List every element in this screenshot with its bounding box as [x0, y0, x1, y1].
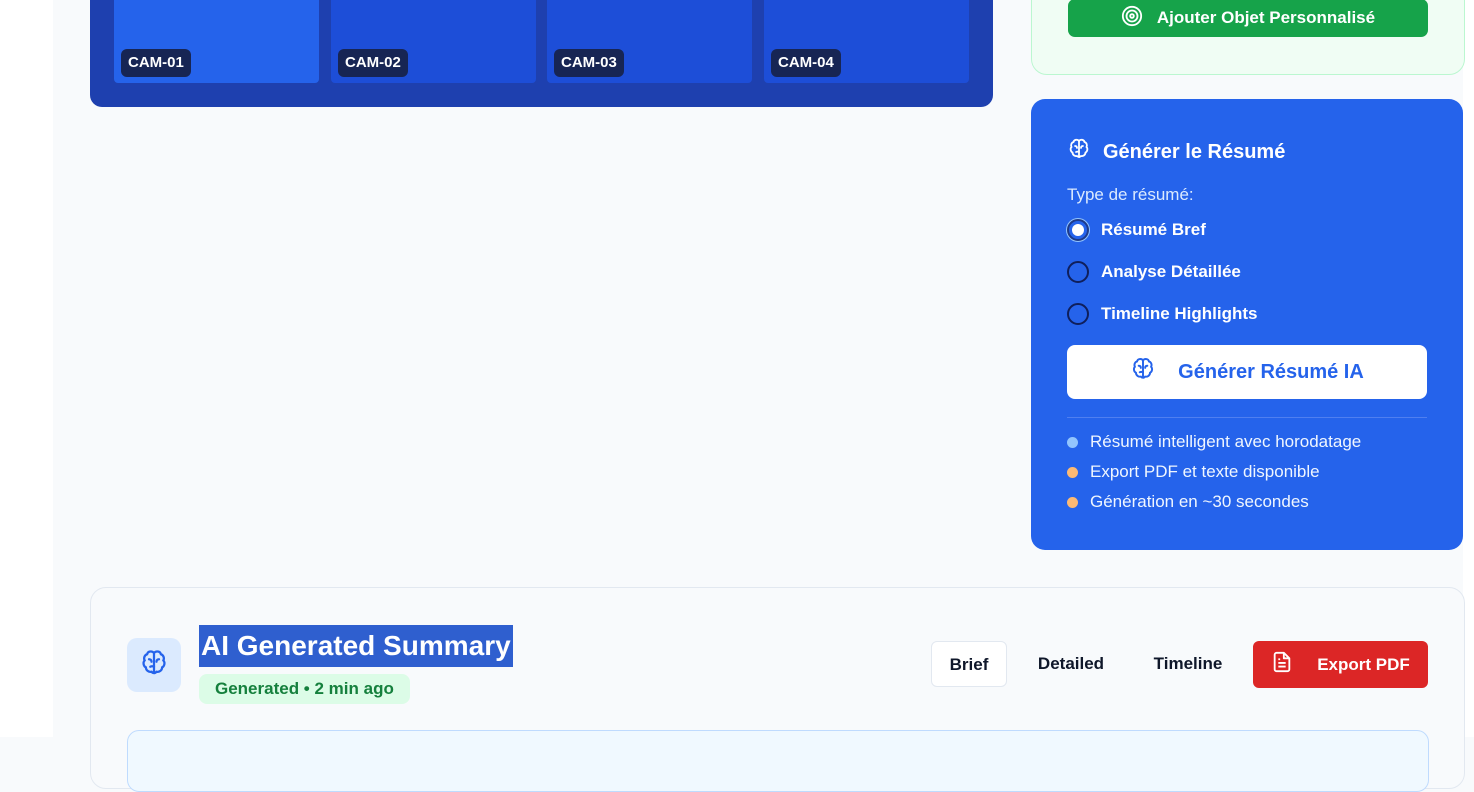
feature-text: Résumé intelligent avec horodatage: [1090, 432, 1362, 451]
export-pdf-button[interactable]: Export PDF: [1253, 641, 1428, 688]
feature-text: Export PDF et texte disponible: [1090, 462, 1320, 481]
feature-item: Génération en ~30 secondes: [1067, 492, 1309, 512]
feature-text: Génération en ~30 secondes: [1090, 492, 1309, 511]
bullet-dot: [1067, 466, 1078, 478]
tab-timeline[interactable]: Timeline: [1141, 641, 1235, 687]
camera-tile-1[interactable]: CAM-01: [114, 0, 319, 83]
add-custom-object-label: Ajouter Objet Personnalisé: [1156, 8, 1376, 27]
target-icon: [1121, 5, 1143, 32]
camera-label: CAM-03: [554, 49, 624, 77]
tab-detailed[interactable]: Detailed: [1025, 641, 1117, 687]
summary-generator-card: Générer le Résumé Type de résumé: Résumé…: [1031, 99, 1463, 550]
radio-button[interactable]: [1067, 219, 1089, 241]
radio-label: Timeline Highlights: [1101, 304, 1258, 323]
radio-option-brief[interactable]: Résumé Bref: [1067, 219, 1206, 241]
camera-tile-2[interactable]: CAM-02: [331, 0, 536, 83]
feature-item: Export PDF et texte disponible: [1067, 462, 1320, 482]
bullet-dot: [1067, 496, 1078, 508]
document-icon: [1271, 650, 1293, 679]
bullet-dot: [1067, 436, 1078, 448]
radio-button[interactable]: [1067, 303, 1089, 325]
camera-label: CAM-02: [338, 49, 408, 77]
generate-summary-label: Générer Résumé IA: [1178, 360, 1364, 383]
brain-icon: [139, 648, 169, 683]
brain-icon: [1067, 137, 1091, 167]
camera-label: CAM-01: [121, 49, 191, 77]
summary-type-label: Type de résumé:: [1067, 185, 1194, 204]
add-custom-object-button[interactable]: Ajouter Objet Personnalisé: [1068, 0, 1428, 37]
export-pdf-label: Export PDF: [1317, 654, 1410, 674]
summary-content-box: [127, 730, 1429, 792]
status-badge: Generated • 2 min ago: [199, 674, 410, 704]
feature-item: Résumé intelligent avec horodatage: [1067, 432, 1361, 452]
card-title: Générer le Résumé: [1067, 137, 1285, 167]
camera-tile-3[interactable]: CAM-03: [547, 0, 752, 83]
left-sidebar-edge: [0, 0, 53, 737]
radio-option-detailed[interactable]: Analyse Détaillée: [1067, 261, 1241, 283]
generate-summary-button[interactable]: Générer Résumé IA: [1067, 345, 1427, 399]
divider: [1067, 417, 1427, 418]
radio-label: Analyse Détaillée: [1101, 262, 1241, 281]
custom-object-card: Ajouter Objet Personnalisé: [1031, 0, 1465, 75]
tab-brief[interactable]: Brief: [931, 641, 1007, 687]
radio-option-timeline[interactable]: Timeline Highlights: [1067, 303, 1257, 325]
ai-summary-card: AI Generated Summary Generated • 2 min a…: [90, 587, 1465, 792]
ai-summary-title: AI Generated Summary: [199, 625, 513, 667]
radio-button[interactable]: [1067, 261, 1089, 283]
camera-label: CAM-04: [771, 49, 841, 77]
ai-icon-box: [127, 638, 181, 692]
camera-tile-4[interactable]: CAM-04: [764, 0, 969, 83]
camera-grid-panel: CAM-01 CAM-02 CAM-03 CAM-04: [90, 0, 993, 107]
radio-label: Résumé Bref: [1101, 220, 1206, 239]
card-title-text: Générer le Résumé: [1103, 140, 1286, 163]
brain-icon: [1130, 356, 1156, 388]
